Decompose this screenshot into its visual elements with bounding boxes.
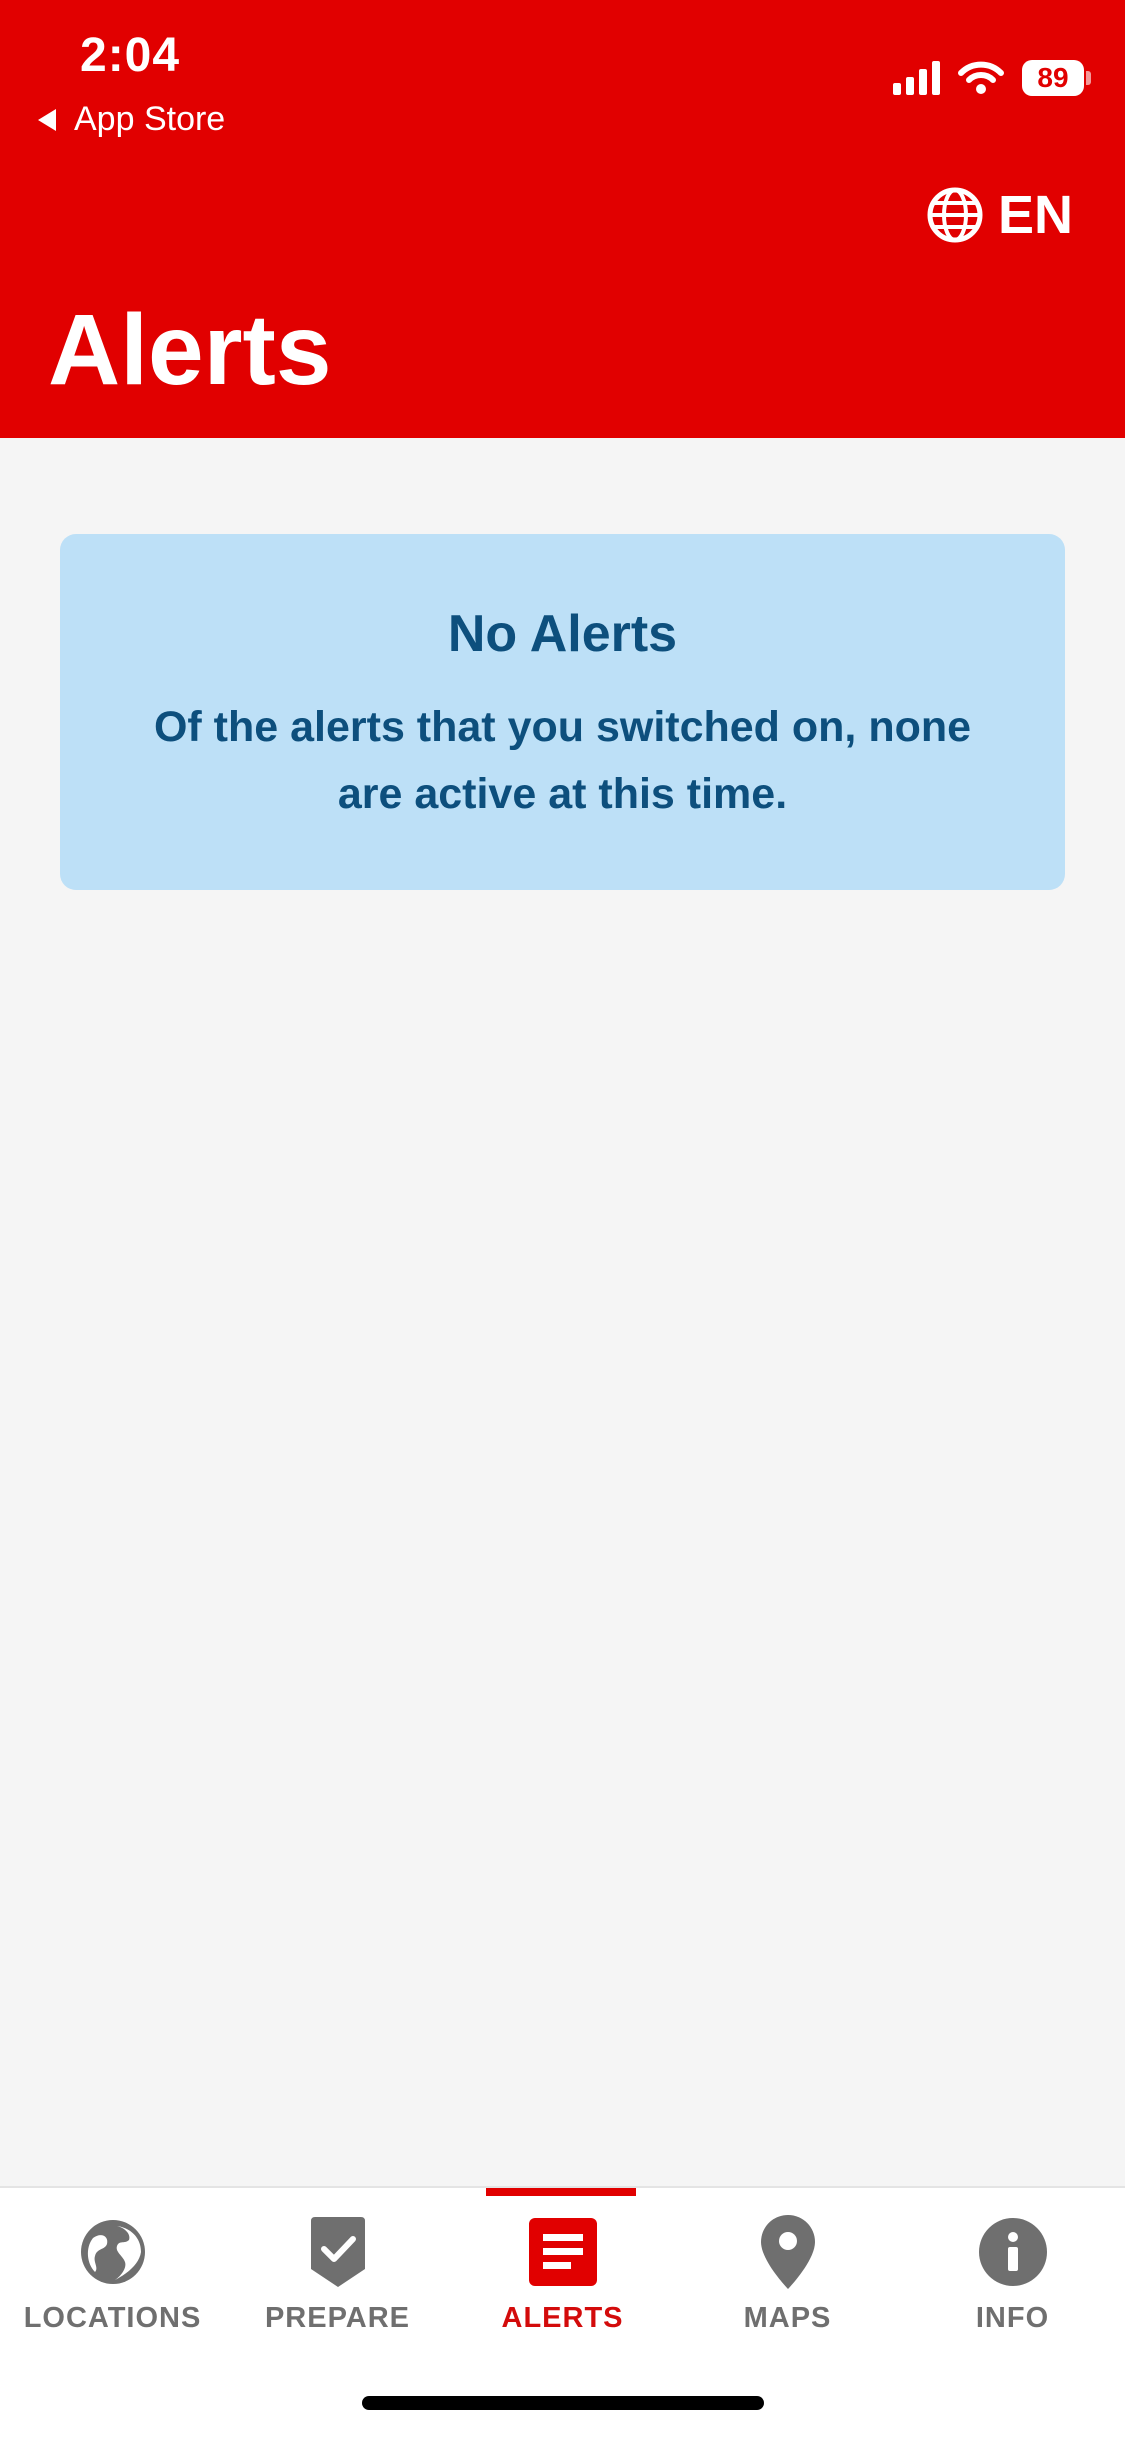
no-alerts-title: No Alerts	[447, 605, 678, 663]
info-icon	[975, 2214, 1051, 2290]
tab-prepare-label: PREPARE	[264, 2302, 411, 2334]
language-label: EN	[997, 185, 1073, 245]
status-icons: 89	[893, 60, 1091, 96]
globe-icon	[927, 187, 983, 243]
no-alerts-message: Of the alerts that you switched on, none…	[153, 703, 972, 818]
tab-maps[interactable]: MAPS	[675, 2188, 900, 2358]
battery-icon: 89	[1022, 60, 1091, 96]
status-time: 2:04	[80, 29, 181, 82]
back-arrow-icon	[38, 108, 56, 131]
tab-maps-label: MAPS	[743, 2302, 832, 2334]
tab-locations[interactable]: LOCATIONS	[0, 2188, 225, 2358]
page-title: Alerts	[48, 294, 332, 406]
alerts-list-icon	[525, 2214, 601, 2290]
tab-locations-label: LOCATIONS	[23, 2302, 202, 2334]
map-pin-icon	[750, 2214, 826, 2290]
checklist-badge-icon	[300, 2214, 376, 2290]
battery-level: 89	[1022, 60, 1084, 96]
tab-alerts[interactable]: ALERTS	[450, 2188, 675, 2358]
tab-prepare[interactable]: PREPARE	[225, 2188, 450, 2358]
app-header: 2:04 App Store 89 EN Alerts	[0, 0, 1125, 438]
tab-info[interactable]: INFO	[900, 2188, 1125, 2358]
wifi-icon	[958, 61, 1004, 94]
back-to-app-store-link[interactable]: App Store	[38, 100, 225, 139]
back-link-label: App Store	[74, 100, 226, 138]
home-indicator[interactable]	[362, 2396, 764, 2410]
tab-info-label: INFO	[975, 2302, 1050, 2334]
tab-alerts-label: ALERTS	[501, 2302, 624, 2334]
language-button[interactable]: EN	[926, 184, 1073, 246]
cellular-signal-icon	[893, 61, 940, 95]
no-alerts-card: No Alerts Of the alerts that you switche…	[60, 534, 1065, 890]
globe-icon	[75, 2214, 151, 2290]
